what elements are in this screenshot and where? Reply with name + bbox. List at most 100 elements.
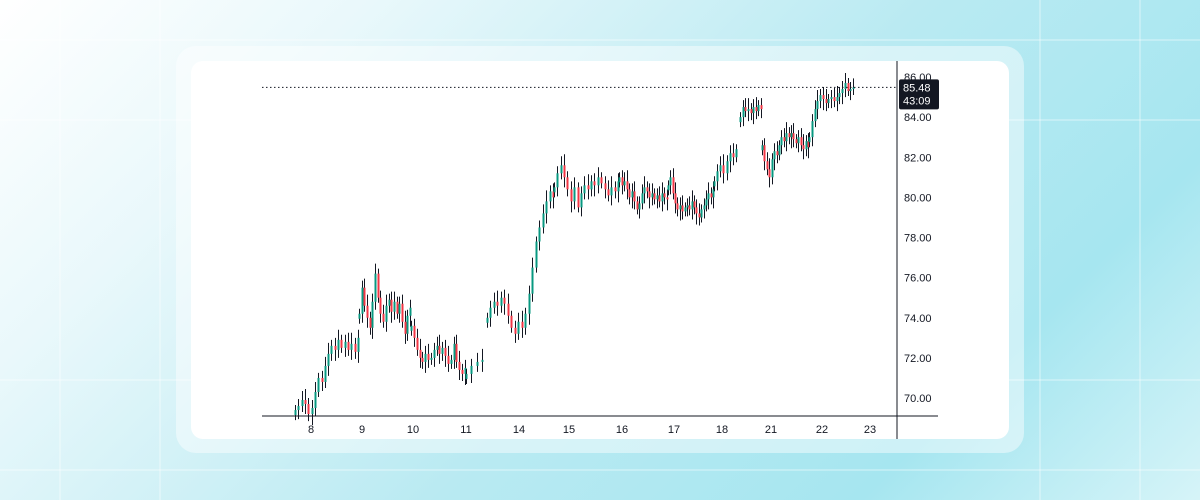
candle-up <box>631 191 634 198</box>
candle-up <box>393 301 396 312</box>
candle-down <box>674 193 677 204</box>
candle-down <box>825 99 828 104</box>
candle-up <box>535 241 538 268</box>
x-tick-label: 11 <box>460 424 471 436</box>
candle-up <box>350 343 353 350</box>
candle-up <box>545 201 548 214</box>
y-tick-label: 84.00 <box>904 112 932 124</box>
candle-up <box>556 173 559 188</box>
candle-up <box>327 353 330 366</box>
candle-down <box>792 133 795 140</box>
candle-up <box>669 177 672 186</box>
candle-up <box>583 185 586 194</box>
x-tick-label: 10 <box>407 424 419 436</box>
candle-down <box>340 339 343 348</box>
candle-down <box>377 273 380 298</box>
candle-up <box>361 287 364 314</box>
candle-down <box>688 205 691 210</box>
candle-up <box>814 109 817 122</box>
candle-up <box>337 339 340 350</box>
candle-up <box>752 107 755 114</box>
candle-down <box>795 139 798 144</box>
candle-up <box>324 365 327 382</box>
candle-up <box>374 273 377 302</box>
y-tick-label: 82.00 <box>904 152 932 164</box>
candle-down <box>763 145 766 162</box>
candle-up <box>667 185 670 191</box>
candle-up <box>780 137 783 146</box>
candle-down <box>658 195 661 202</box>
candle-down <box>354 343 357 352</box>
candle-down <box>621 177 624 186</box>
candle-down <box>750 109 753 114</box>
candle-down <box>663 193 666 198</box>
candle-up <box>524 313 527 328</box>
candle-up <box>398 303 401 314</box>
candle-down <box>648 191 651 198</box>
candle-up <box>805 141 808 150</box>
candle-up <box>358 313 361 319</box>
candle-up <box>433 349 436 358</box>
candle-up <box>713 181 716 187</box>
candle-up <box>641 193 644 204</box>
candle-down <box>496 301 499 306</box>
x-tick-label: 18 <box>716 424 728 436</box>
candle-up <box>430 357 433 360</box>
candles-layer <box>294 72 855 426</box>
candle-down <box>653 193 656 200</box>
candle-down <box>401 303 404 322</box>
candle-down <box>681 205 684 212</box>
candle-down <box>514 327 517 334</box>
candle-down <box>646 187 649 192</box>
candle-up <box>424 353 427 362</box>
candle-up <box>643 187 646 194</box>
x-tick-label: 21 <box>765 424 777 436</box>
candle-down <box>413 325 416 338</box>
candle-up <box>553 187 556 193</box>
candle-up <box>297 406 300 411</box>
candle-down <box>382 313 385 322</box>
candle-up <box>409 307 412 316</box>
candle-down <box>347 341 350 350</box>
candle-up <box>465 373 468 379</box>
candle-down <box>847 83 850 92</box>
candle-up <box>827 99 830 104</box>
candle-down <box>744 107 747 112</box>
candle-up <box>385 305 388 322</box>
candle-down <box>800 137 803 146</box>
candle-up <box>486 317 489 323</box>
candle-down <box>563 165 566 178</box>
candle-down <box>390 299 393 312</box>
candle-up <box>623 181 626 186</box>
candle-up <box>684 207 687 212</box>
candle-up <box>470 365 473 374</box>
candle-down <box>607 189 610 196</box>
candle-down <box>593 181 596 186</box>
candle-down <box>307 404 310 415</box>
candle-up <box>311 408 314 415</box>
candle-up <box>705 199 708 206</box>
x-tick-label: 16 <box>616 424 628 436</box>
candle-up <box>707 193 710 200</box>
candle-up <box>357 337 360 352</box>
candle-up <box>778 145 781 156</box>
candle-up <box>481 359 484 362</box>
price-badge: 85.4843:09 <box>899 79 939 110</box>
candle-down <box>363 287 366 306</box>
candle-down <box>510 315 513 328</box>
candle-up <box>371 301 374 328</box>
candle-down <box>334 345 337 350</box>
candle-down <box>766 161 769 170</box>
x-tick-label: 22 <box>816 424 828 436</box>
candle-up <box>716 171 719 182</box>
x-tick-label: 9 <box>359 424 365 436</box>
candle-down <box>802 145 805 150</box>
candle-down <box>404 321 407 334</box>
candle-up <box>450 359 453 364</box>
candle-up <box>314 391 317 409</box>
candle-up <box>531 267 534 294</box>
candle-up <box>773 151 776 160</box>
candle-up <box>686 205 689 208</box>
candle-down <box>379 297 382 314</box>
candle-down <box>666 197 669 200</box>
